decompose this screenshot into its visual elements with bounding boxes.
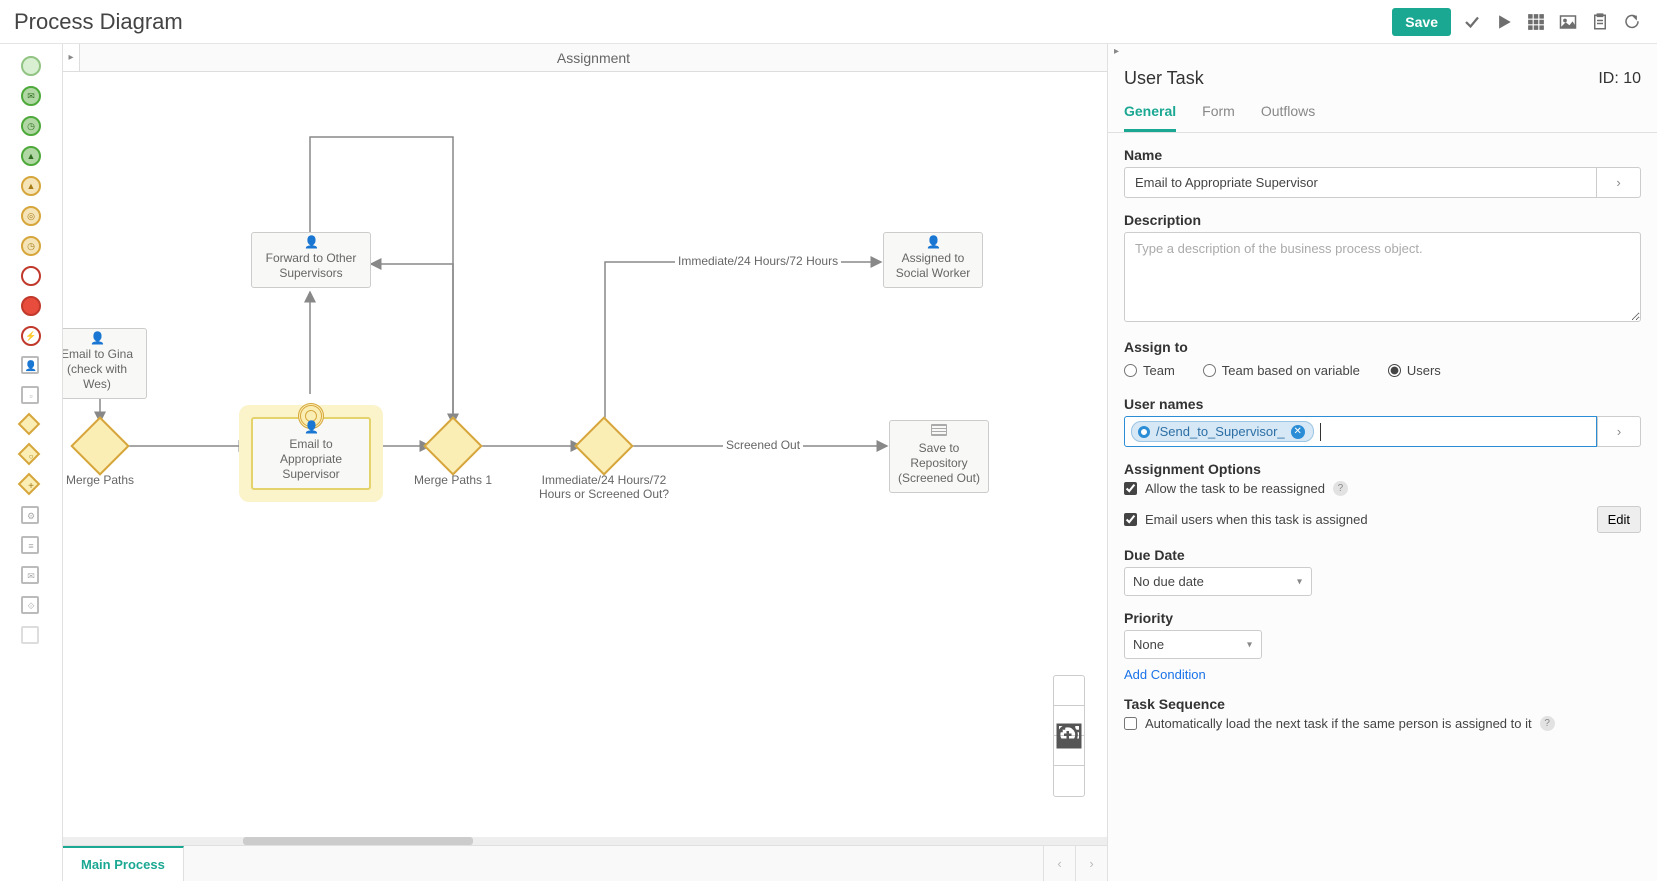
edge-label-screened: Screened Out — [723, 438, 803, 452]
repository-icon — [931, 424, 947, 436]
refresh-icon[interactable] — [1621, 11, 1643, 33]
checkbox-email-users[interactable] — [1124, 513, 1137, 526]
tab-form[interactable]: Form — [1202, 95, 1235, 132]
pal-gateway-inclusive[interactable]: ○ — [21, 446, 41, 466]
radio-team[interactable]: Team — [1124, 363, 1175, 378]
help-icon[interactable]: ? — [1540, 716, 1555, 731]
tab-outflows[interactable]: Outflows — [1261, 95, 1315, 132]
element-palette: ✉ ◷ ▲ ▲ ◎ ◷ ⚡ 👤 ▫ ○ + ⚙ ≡ ✉ ⟐ — [0, 44, 62, 881]
pal-data-store[interactable] — [21, 626, 41, 646]
pal-signal-start[interactable]: ▲ — [21, 146, 41, 166]
usernames-input[interactable]: /Send_to_Supervisor_ ✕ — [1124, 416, 1597, 447]
assign-to-label: Assign to — [1124, 339, 1641, 355]
checkbox-reassign[interactable] — [1124, 482, 1137, 495]
radio-users[interactable]: Users — [1388, 363, 1441, 378]
pal-mail-task[interactable]: ✉ — [21, 566, 41, 586]
pal-service-task[interactable]: ⚙ — [21, 506, 41, 526]
tab-nav-prev[interactable]: ‹ — [1043, 846, 1075, 881]
duedate-select[interactable]: No due date — [1124, 567, 1312, 596]
panel-title: User Task — [1124, 68, 1204, 89]
gateway-merge-paths-1[interactable]: Merge Paths 1 — [432, 425, 474, 467]
email-users-label: Email users when this task is assigned — [1145, 512, 1368, 527]
pal-user-task[interactable]: 👤 — [21, 356, 41, 376]
description-input[interactable] — [1124, 232, 1641, 322]
tab-general[interactable]: General — [1124, 95, 1176, 132]
grid-icon[interactable] — [1525, 11, 1547, 33]
pal-start-event[interactable] — [21, 56, 41, 76]
pal-message-start[interactable]: ✉ — [21, 86, 41, 106]
save-button[interactable]: Save — [1392, 8, 1451, 36]
priority-select[interactable]: None — [1124, 630, 1262, 659]
zoom-out-button[interactable] — [1054, 706, 1084, 736]
validate-icon[interactable] — [1461, 11, 1483, 33]
panel-collapse-toggle[interactable]: ▸ — [1108, 44, 1657, 58]
token-remove-button[interactable]: ✕ — [1291, 425, 1305, 439]
clipboard-icon[interactable] — [1589, 11, 1611, 33]
name-input[interactable] — [1124, 167, 1597, 198]
lane-collapse-toggle[interactable]: ▸ — [63, 44, 80, 71]
diagram-canvas[interactable]: 👤Email to Gina (check with Wes) Merge Pa… — [63, 72, 1107, 837]
lane-header[interactable]: Assignment — [80, 44, 1107, 71]
reassign-label: Allow the task to be reassigned — [1145, 481, 1325, 496]
options-label: Assignment Options — [1124, 461, 1641, 477]
task-save-repo[interactable]: Save to Repository (Screened Out) — [889, 420, 989, 493]
name-expand-button[interactable]: › — [1597, 167, 1641, 198]
pal-timer-start[interactable]: ◷ — [21, 116, 41, 136]
variable-icon — [1138, 426, 1150, 438]
radio-team-variable[interactable]: Team based on variable — [1203, 363, 1360, 378]
priority-label: Priority — [1124, 610, 1641, 626]
edit-button[interactable]: Edit — [1597, 506, 1641, 533]
usernames-expand-button[interactable]: › — [1597, 416, 1641, 447]
pal-intermediate-timer[interactable]: ◷ — [21, 236, 41, 256]
gateway-merge-paths[interactable]: Merge Paths — [79, 425, 121, 467]
edge-label-immediate: Immediate/24 Hours/72 Hours — [675, 254, 841, 268]
description-label: Description — [1124, 212, 1641, 228]
pal-subprocess[interactable]: ▫ — [21, 386, 41, 406]
help-icon[interactable]: ? — [1333, 481, 1348, 496]
sequence-label: Task Sequence — [1124, 696, 1641, 712]
play-icon[interactable] — [1493, 11, 1515, 33]
task-assigned-worker[interactable]: 👤Assigned to Social Worker — [883, 232, 983, 288]
add-condition-link[interactable]: Add Condition — [1124, 667, 1206, 682]
task-forward-supervisors[interactable]: 👤Forward to Other Supervisors — [251, 232, 371, 288]
zoom-in-button[interactable] — [1054, 676, 1084, 706]
pal-end-error[interactable]: ⚡ — [21, 326, 41, 346]
panel-id: ID: 10 — [1598, 70, 1641, 88]
auto-load-label: Automatically load the next task if the … — [1145, 716, 1532, 731]
name-label: Name — [1124, 147, 1641, 163]
zoom-fit-button[interactable] — [1054, 736, 1084, 766]
pal-link-task[interactable]: ⟐ — [21, 596, 41, 616]
pal-intermediate-signal[interactable]: ▲ — [21, 176, 41, 196]
pal-end-event[interactable] — [21, 266, 41, 286]
pal-end-terminate[interactable] — [21, 296, 41, 316]
usernames-label: User names — [1124, 396, 1641, 412]
pal-gateway-parallel[interactable]: + — [21, 476, 41, 496]
pal-gateway-exclusive[interactable] — [21, 416, 41, 436]
duedate-label: Due Date — [1124, 547, 1641, 563]
task-email-supervisor[interactable]: 👤Email to Appropriate Supervisor — [251, 417, 371, 490]
tab-main-process[interactable]: Main Process — [63, 846, 184, 881]
gateway-immediate[interactable]: Immediate/24 Hours/72 Hours or Screened … — [583, 425, 625, 467]
page-title: Process Diagram — [14, 9, 183, 35]
task-email-gina[interactable]: 👤Email to Gina (check with Wes) — [63, 328, 147, 399]
pal-intermediate[interactable]: ◎ — [21, 206, 41, 226]
checkbox-auto-load[interactable] — [1124, 717, 1137, 730]
token-label: /Send_to_Supervisor_ — [1156, 424, 1285, 439]
horizontal-scrollbar[interactable] — [63, 837, 1107, 845]
pal-list-task[interactable]: ≡ — [21, 536, 41, 556]
tab-nav-next[interactable]: › — [1075, 846, 1107, 881]
image-icon[interactable] — [1557, 11, 1579, 33]
zoom-minimap-button[interactable] — [1054, 766, 1084, 796]
